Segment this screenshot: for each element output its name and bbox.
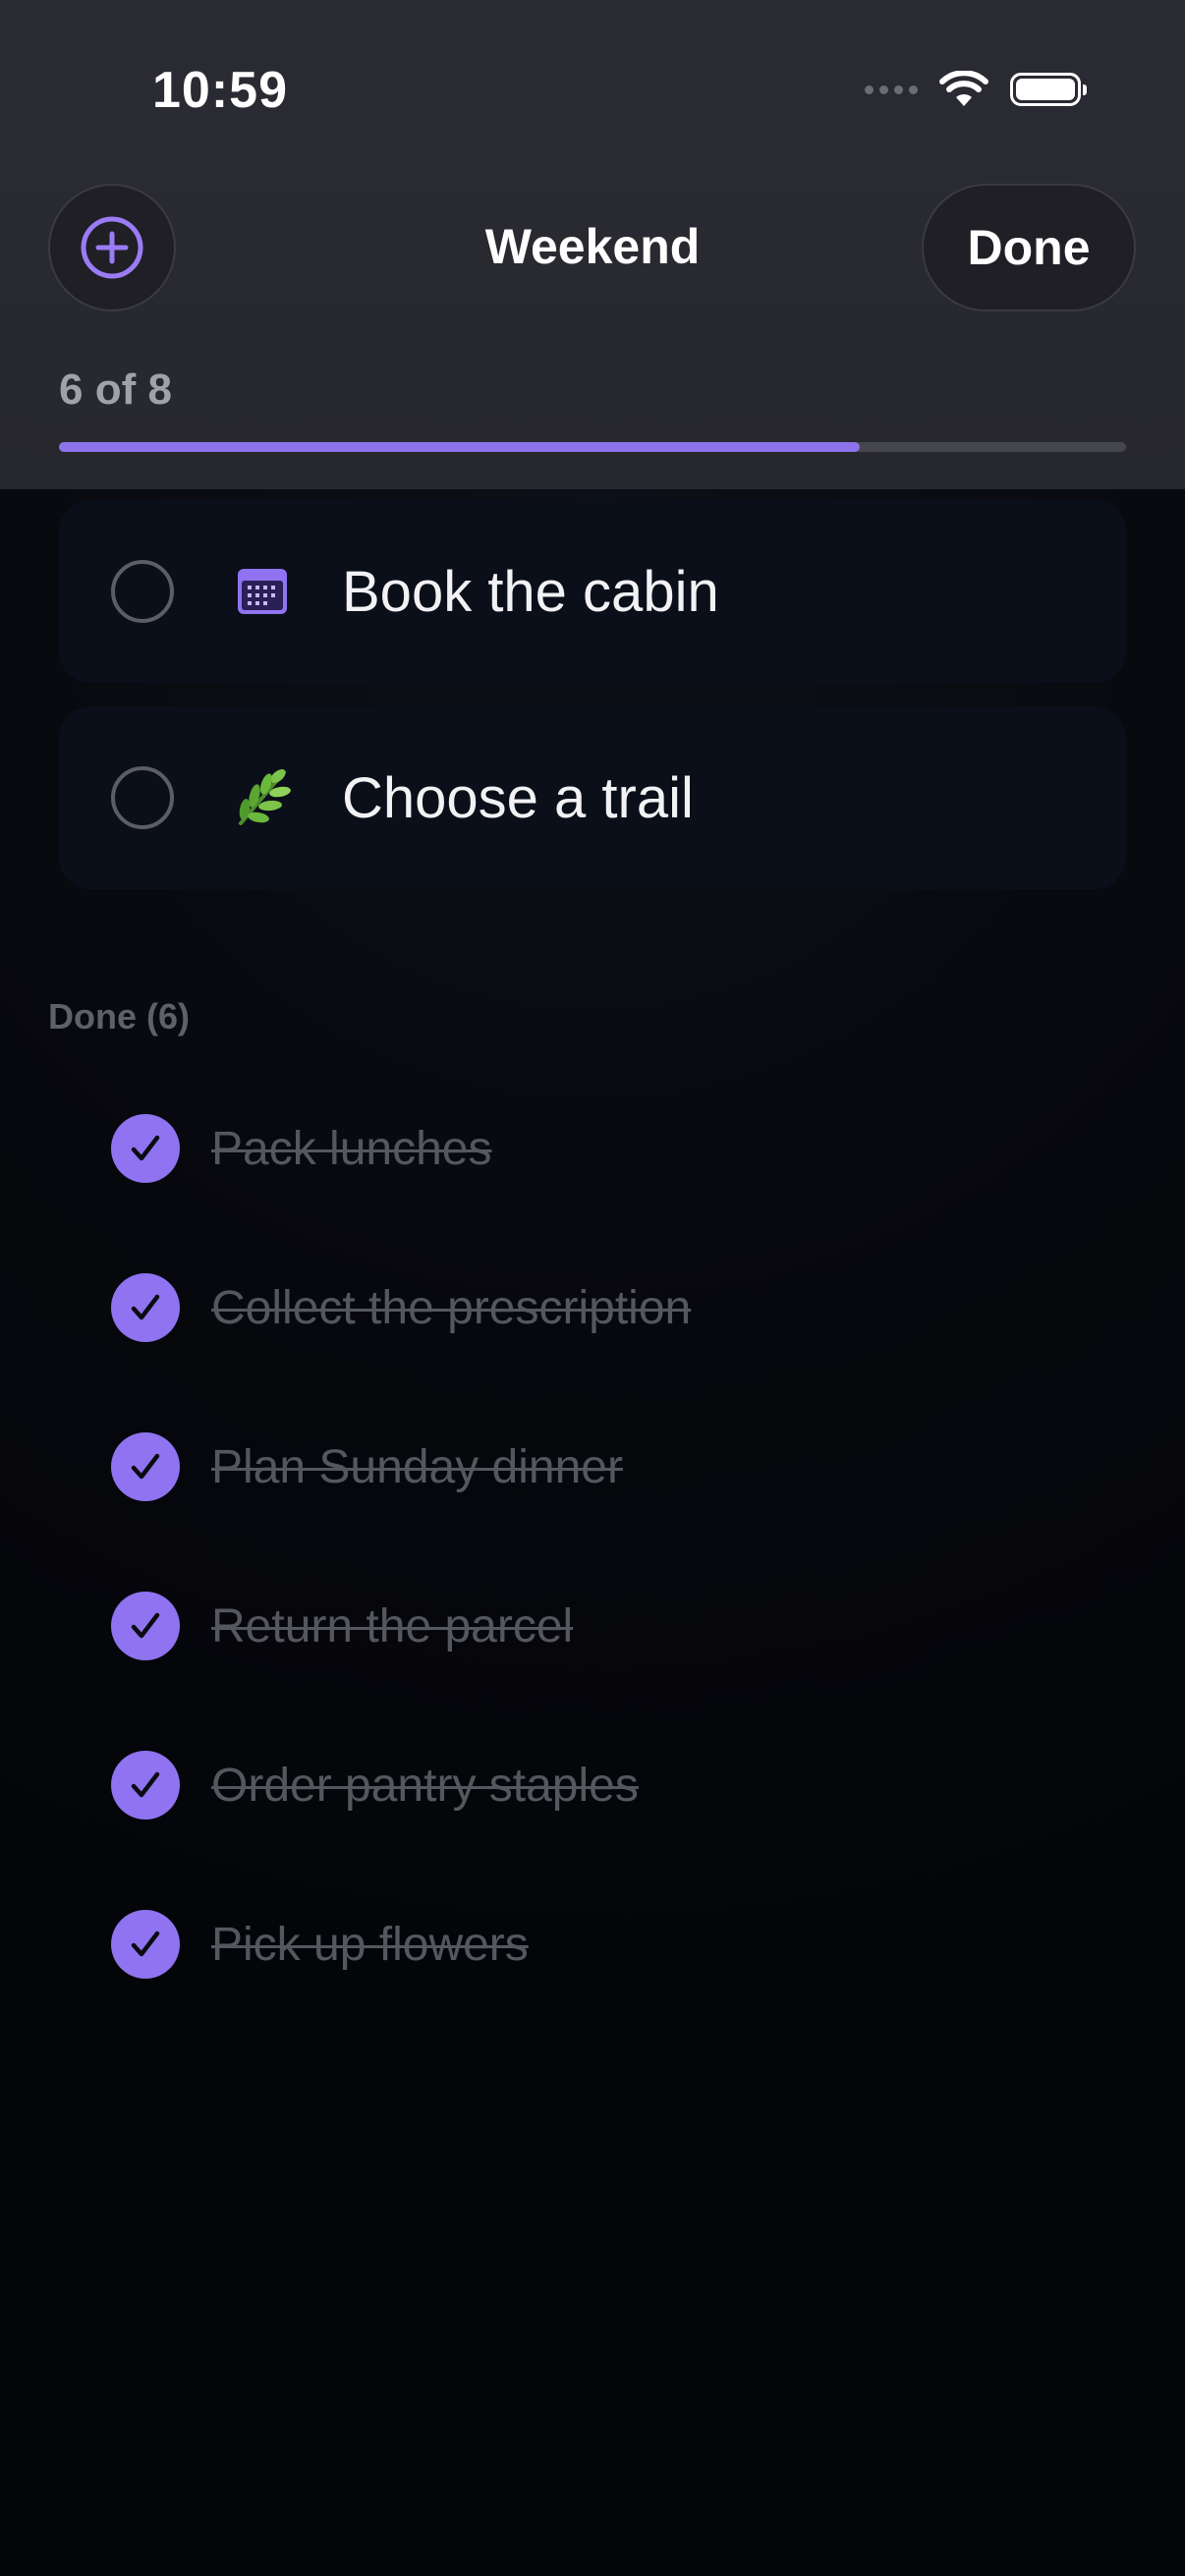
done-button[interactable]: Done [922, 184, 1136, 311]
progress-bar [59, 442, 1126, 452]
done-list-item[interactable]: Order pantry staples [111, 1751, 1094, 1820]
checkmark-icon[interactable] [111, 1273, 180, 1342]
done-item-label: Order pantry staples [211, 1759, 639, 1812]
checkmark-icon[interactable] [111, 1114, 180, 1183]
task-checkbox[interactable] [111, 560, 174, 623]
checkmark-icon[interactable] [111, 1751, 180, 1820]
done-item-label: Plan Sunday dinner [211, 1440, 623, 1493]
done-list-item[interactable]: Pick up flowers [111, 1910, 1094, 1979]
checkmark-icon[interactable] [111, 1592, 180, 1660]
battery-icon [1010, 73, 1087, 106]
progress-fill [59, 442, 860, 452]
done-list-item[interactable]: Pack lunches [111, 1114, 1094, 1183]
task-card[interactable]: Choose a trail [59, 706, 1126, 889]
cellular-dots-icon [865, 84, 918, 94]
herb-icon [231, 766, 294, 829]
progress-label: 6 of 8 [59, 365, 172, 414]
done-list-item[interactable]: Plan Sunday dinner [111, 1432, 1094, 1501]
done-item-label: Pick up flowers [211, 1918, 529, 1971]
status-time: 10:59 [152, 62, 288, 119]
done-item-label: Collect the prescription [211, 1281, 692, 1334]
done-item-label: Pack lunches [211, 1122, 492, 1175]
task-label: Choose a trail [342, 765, 694, 830]
task-checkbox[interactable] [111, 766, 174, 829]
checkmark-icon[interactable] [111, 1910, 180, 1979]
done-item-label: Return the parcel [211, 1599, 574, 1652]
status-icons [865, 71, 1087, 108]
task-card[interactable]: Book the cabin [59, 500, 1126, 683]
checkmark-icon[interactable] [111, 1432, 180, 1501]
task-label: Book the cabin [342, 559, 719, 624]
done-section-header: Done (6) [48, 996, 190, 1036]
done-list-item[interactable]: Return the parcel [111, 1592, 1094, 1660]
done-list-item[interactable]: Collect the prescription [111, 1273, 1094, 1342]
wifi-icon [939, 71, 988, 106]
header-bar: 10:59 Weekend Done 6 of 8 [0, 0, 1185, 489]
calendar-icon [231, 560, 294, 623]
app-screen: 10:59 Weekend Done 6 of 8 Book the cabin… [0, 0, 1185, 2576]
